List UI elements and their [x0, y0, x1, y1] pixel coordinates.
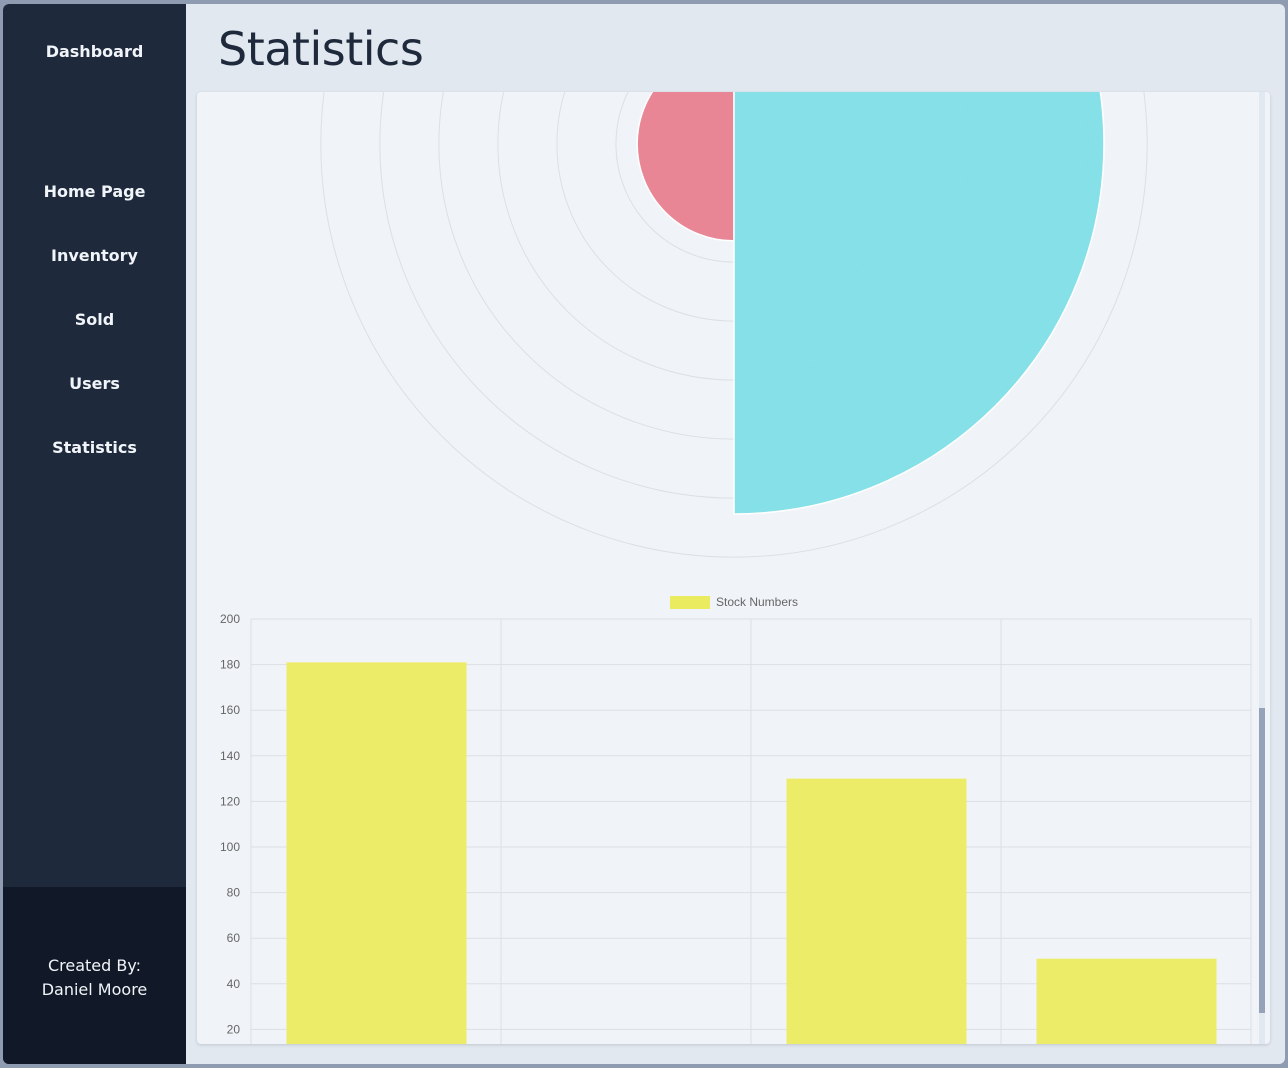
bar-chart: Stock Numbers 200 180 160 140 120 100 80 60 40 20 [220, 595, 1252, 1044]
y-tick-label: 140 [220, 749, 240, 763]
sidebar-nav: Home Page Inventory Sold Users Statistic… [3, 176, 186, 496]
scrollbar-thumb[interactable] [1259, 708, 1265, 1013]
brand-title[interactable]: Dashboard [3, 42, 186, 61]
footer-author-name: Daniel Moore [41, 980, 148, 999]
sidebar-item-statistics[interactable]: Statistics [3, 432, 186, 496]
app-window: Dashboard Home Page Inventory Sold Users… [3, 4, 1285, 1064]
y-tick-label: 60 [227, 931, 241, 945]
y-tick-label: 20 [227, 1022, 241, 1036]
bar[interactable] [1036, 958, 1217, 1044]
sidebar-item-users[interactable]: Users [3, 368, 186, 432]
bar[interactable] [286, 662, 467, 1044]
sidebar: Dashboard Home Page Inventory Sold Users… [3, 4, 186, 1064]
polar-segment-cyan[interactable] [733, 92, 1105, 515]
y-tick-label: 100 [220, 840, 240, 854]
y-tick-label: 120 [220, 794, 240, 808]
sidebar-item-inventory[interactable]: Inventory [3, 240, 186, 304]
stats-panel: Stock Numbers 200 180 160 140 120 100 80 60 40 20 [197, 92, 1270, 1044]
bar[interactable] [786, 778, 967, 1044]
polar-segments [636, 92, 1105, 515]
sidebar-item-sold[interactable]: Sold [3, 304, 186, 368]
legend-label: Stock Numbers [716, 595, 798, 609]
sidebar-footer: Created By: Daniel Moore [3, 887, 186, 1064]
y-tick-label: 80 [227, 886, 241, 900]
polar-area-chart [320, 92, 1148, 558]
footer-created-by: Created By: [47, 956, 142, 975]
y-tick-label: 40 [227, 977, 241, 991]
chart-legend: Stock Numbers [670, 595, 798, 609]
panel-scrollbar[interactable] [1259, 92, 1265, 1044]
y-tick-label: 180 [220, 658, 240, 672]
sidebar-item-home-page[interactable]: Home Page [3, 176, 186, 240]
page-title: Statistics [218, 22, 424, 76]
y-tick-label: 200 [220, 612, 240, 626]
legend-swatch [670, 596, 710, 609]
y-tick-label: 160 [220, 703, 240, 717]
polar-segment-red[interactable] [636, 92, 735, 242]
